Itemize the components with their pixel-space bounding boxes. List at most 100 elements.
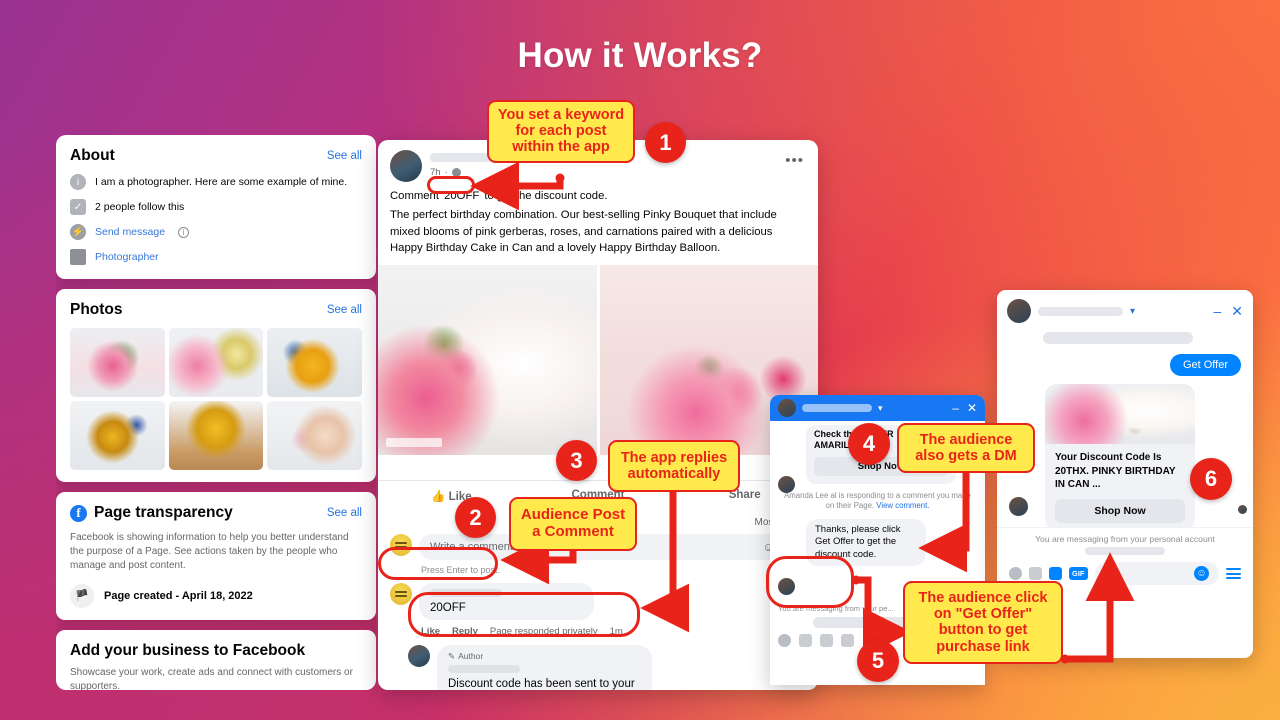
previous-message-skeleton — [1043, 332, 1193, 344]
flag-icon: 🏴 — [70, 583, 94, 608]
about-row-category[interactable]: Photographer — [70, 249, 362, 265]
sticker-icon[interactable] — [1049, 567, 1062, 580]
shop-now-button[interactable]: Shop Now — [1055, 498, 1185, 523]
facebook-logo-icon: f — [70, 504, 87, 522]
messaging-account-note: You are messaging from your personal acc… — [1035, 534, 1215, 544]
info-icon: i — [70, 174, 86, 190]
step-badge-5: 5 — [857, 640, 899, 682]
chevron-down-icon[interactable]: ▾ — [1130, 306, 1135, 317]
step-badge-3: 3 — [556, 440, 597, 481]
photo-thumb[interactable] — [70, 401, 165, 470]
comment-bubble: ✎ Author Discount code has been sent to … — [437, 644, 652, 691]
add-business-card: Add your business to Facebook Showcase y… — [56, 629, 376, 690]
photo-thumb[interactable] — [168, 401, 264, 470]
dm-message-input[interactable]: Aa ☺ — [1094, 562, 1219, 585]
post-reactions-row: 4 Co... — [378, 455, 818, 480]
callout-step-2-text: Audience Post a Comment — [520, 506, 626, 540]
system-note: Amanda Lee al is responding to a comment… — [782, 491, 973, 512]
check-icon: ✓ — [70, 199, 86, 215]
keyword-line-suffix: to get the discount code. — [484, 190, 608, 202]
step-badge-6: 6 — [1190, 458, 1232, 500]
transparency-body: Facebook is showing information to help … — [70, 532, 349, 572]
photo-thumb[interactable] — [70, 328, 165, 397]
callout-step-2: Audience Post a Comment — [509, 497, 637, 551]
close-icon[interactable]: ✕ — [1231, 304, 1243, 318]
step-badge-2-number: 2 — [469, 504, 482, 530]
like-button[interactable]: 👍 Like — [378, 481, 525, 511]
photo-thumb[interactable] — [267, 328, 362, 397]
add-icon[interactable] — [1009, 567, 1022, 580]
author-label: Author — [458, 651, 484, 661]
callout-step-3: The app replies automatically — [608, 440, 740, 493]
composer-hint: Press Enter to post. — [421, 564, 501, 575]
photos-see-all-link[interactable]: See all — [327, 304, 362, 316]
minimize-icon[interactable]: – — [952, 402, 959, 414]
photos-title: Photos — [70, 301, 123, 318]
avatar — [778, 476, 795, 493]
photos-header: Photos See all — [70, 301, 362, 319]
page-transparency-card: f Page transparency See all Facebook is … — [56, 492, 376, 620]
add-icon[interactable] — [778, 634, 791, 647]
avatar — [1238, 505, 1247, 514]
transparency-header: f Page transparency See all — [70, 504, 362, 522]
post-image-left[interactable] — [378, 264, 597, 455]
category-link[interactable]: Photographer — [95, 251, 159, 263]
comment-bubble: 20OFF — [419, 582, 594, 620]
image-icon[interactable] — [1029, 567, 1042, 580]
comment-time: 1m — [609, 625, 623, 637]
photo-thumb[interactable] — [168, 328, 264, 397]
callout-step-1: You set a keyword for each post within t… — [487, 100, 635, 163]
comment-item: 20OFF — [378, 579, 818, 624]
photos-card: Photos See all — [56, 289, 376, 482]
step-badge-1-number: 1 — [659, 129, 672, 155]
send-message-link[interactable]: Send message — [95, 226, 165, 238]
window-controls: – ✕ — [1213, 304, 1243, 318]
callout-step-5: The audience click on "Get Offer" button… — [903, 581, 1063, 664]
comment-like-action[interactable]: Like — [421, 626, 440, 637]
comment-text: Discount code has been sent to your DM. — [448, 677, 635, 691]
comment-text: 20OFF — [430, 601, 466, 614]
discount-code-card: Your Discount Code Is 20THX. PINKY BIRTH… — [1045, 384, 1195, 531]
about-title: About — [70, 147, 115, 164]
comment-reply-action[interactable]: Reply — [452, 626, 478, 637]
avatar — [1009, 497, 1028, 516]
avatar — [1007, 299, 1031, 323]
page-created-text: Page created - April 18, 2022 — [104, 589, 253, 602]
public-globe-icon — [451, 168, 461, 177]
photos-grid — [70, 328, 362, 470]
post-more-options-icon[interactable]: ••• — [785, 152, 804, 169]
about-see-all-link[interactable]: See all — [327, 150, 362, 162]
step-badge-2: 2 — [455, 497, 496, 538]
transparency-see-all-link[interactable]: See all — [327, 507, 362, 519]
minimize-icon[interactable]: – — [1213, 304, 1221, 318]
add-business-body: Showcase your work, create ads and conne… — [70, 666, 353, 690]
chevron-down-icon[interactable]: ▾ — [878, 403, 883, 414]
slide-root: How it Works? About See all i I am a pho… — [0, 0, 1280, 720]
sticker-icon[interactable] — [820, 634, 833, 647]
step-badge-5-number: 5 — [871, 648, 885, 673]
emoji-icon[interactable]: ☺ — [1194, 566, 1209, 581]
window-controls: – ✕ — [952, 402, 977, 414]
commenter-name-placeholder — [448, 664, 520, 673]
add-business-title: Add your business to Facebook — [70, 641, 306, 659]
photo-thumb[interactable] — [267, 401, 362, 470]
facebook-post-card: 7h · ••• Comment 20OFF to get the discou… — [378, 140, 818, 690]
menu-icon[interactable] — [1226, 568, 1241, 579]
about-row-send-message[interactable]: ⚡ Send message i — [70, 224, 362, 240]
post-keyword-line: Comment 20OFF to get the discount code. — [390, 188, 806, 204]
discount-card-image — [1045, 384, 1195, 444]
avatar — [390, 533, 412, 556]
view-comment-link[interactable]: View comment. — [876, 501, 929, 510]
close-icon[interactable]: ✕ — [967, 402, 977, 414]
gif-icon[interactable] — [841, 634, 854, 647]
facebook-left-sidebar: About See all i I am a photographer. Her… — [56, 135, 376, 690]
info-circle-icon[interactable]: i — [178, 226, 190, 238]
about-followers-text: 2 people follow this — [95, 201, 185, 213]
avatar — [778, 399, 796, 417]
gif-icon[interactable]: GIF — [1069, 567, 1088, 580]
avatar[interactable] — [390, 150, 422, 182]
step-badge-3-number: 3 — [570, 447, 583, 473]
step-badge-1: 1 — [645, 122, 686, 163]
callout-step-4-text: The audience also gets a DM — [915, 432, 1017, 465]
image-icon[interactable] — [799, 634, 812, 647]
